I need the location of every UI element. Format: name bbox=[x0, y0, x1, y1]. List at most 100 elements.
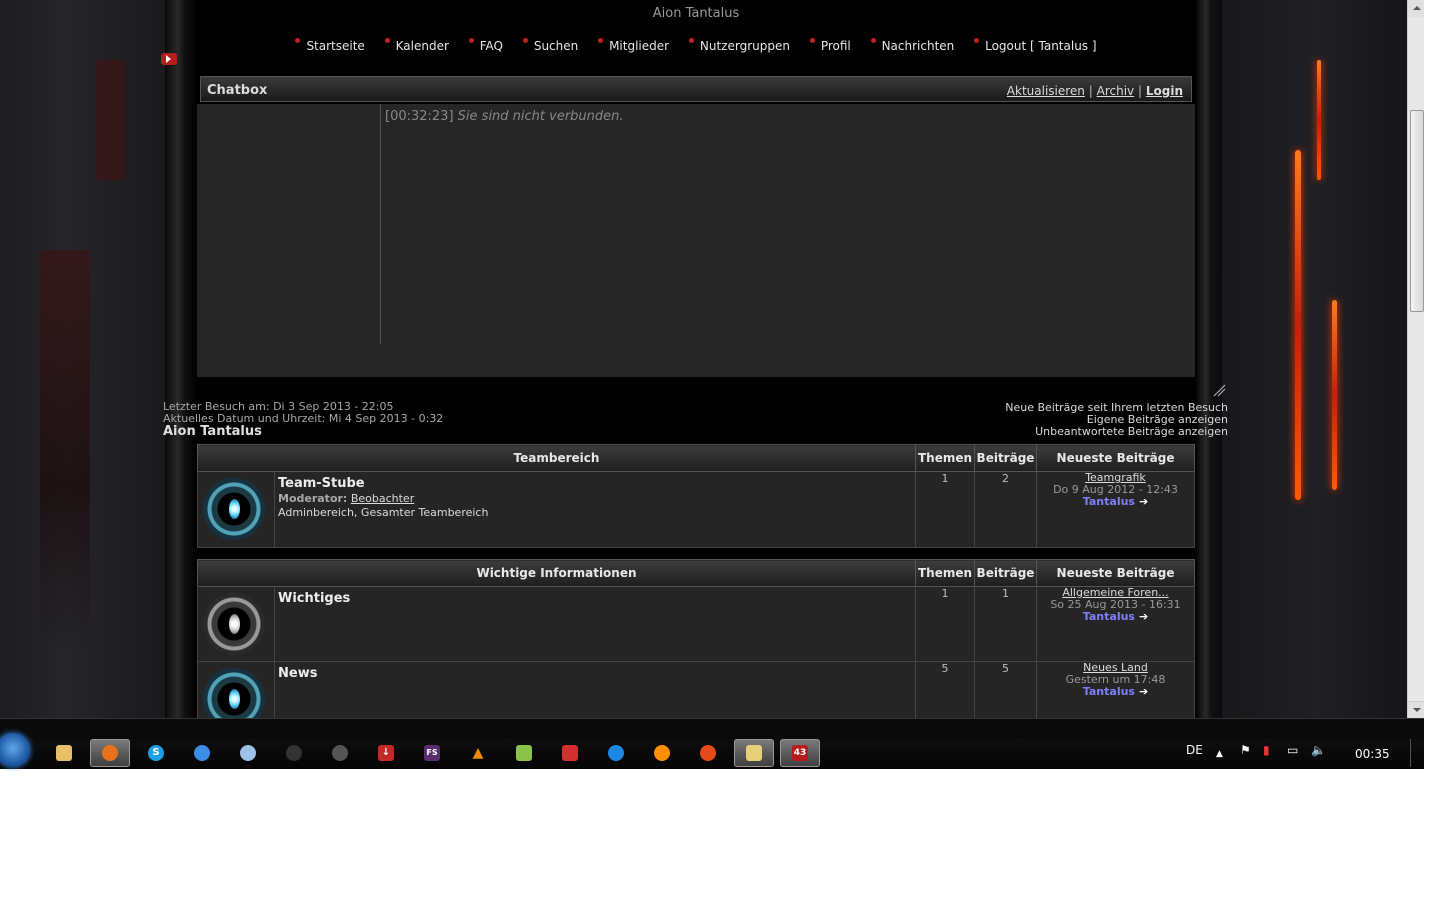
visit-info: Letzter Besuch am: Di 3 Sep 2013 - 22:05… bbox=[163, 401, 443, 439]
category-title[interactable]: Teambereich bbox=[197, 444, 916, 472]
nav-item-faq[interactable]: FAQ bbox=[468, 38, 503, 53]
browser-globe-icon[interactable] bbox=[596, 739, 636, 767]
last-post-user-link[interactable]: Tantalus bbox=[1083, 610, 1135, 623]
chatbox-archive-link[interactable]: Archiv bbox=[1097, 84, 1135, 98]
scroll-thumb[interactable] bbox=[1410, 110, 1424, 312]
arrow-up-icon bbox=[1413, 6, 1421, 10]
battery-warning-icon[interactable]: ▮ bbox=[1263, 743, 1270, 757]
nav-item-startseite[interactable]: Startseite bbox=[295, 38, 365, 53]
taskbar-top-strip bbox=[0, 719, 1424, 739]
tools-icon[interactable] bbox=[688, 739, 728, 767]
scroll-up-button[interactable] bbox=[1408, 0, 1424, 17]
chatbox-user-divider bbox=[380, 104, 381, 344]
moderator-line: Moderator: Beobachter bbox=[278, 492, 415, 505]
game-window-icon[interactable]: 43 bbox=[780, 739, 820, 767]
media-player-icon[interactable] bbox=[642, 739, 682, 767]
moderator-link[interactable]: Beobachter bbox=[351, 492, 414, 505]
windows-taskbar: S ↓ FS ▲ 43 DE ▲ ⚑ ▮ ▭ 🔈 00:35 bbox=[0, 718, 1424, 769]
taskbar-clock[interactable]: 00:35 bbox=[1355, 747, 1390, 761]
nav-bullet-icon bbox=[974, 38, 980, 43]
nav-bullet-icon bbox=[522, 38, 528, 43]
goto-post-icon[interactable]: ➔ bbox=[1139, 611, 1148, 623]
chatbox-body bbox=[197, 104, 1195, 377]
vlc-icon[interactable]: ▲ bbox=[458, 739, 498, 767]
col-latest: Neueste Beiträge bbox=[1036, 444, 1195, 472]
vertical-scrollbar[interactable] bbox=[1407, 0, 1424, 718]
nav-item-logout[interactable]: Logout [ Tantalus ] bbox=[974, 38, 1097, 53]
quick-links: Neue Beiträge seit Ihrem letzten Besuch … bbox=[1005, 402, 1228, 438]
nav-item-nachrichten[interactable]: Nachrichten bbox=[870, 38, 954, 53]
nav-item-nutzergruppen[interactable]: Nutzergruppen bbox=[688, 38, 790, 53]
orb-blue-icon bbox=[203, 478, 265, 540]
scroll-down-button[interactable] bbox=[1408, 701, 1424, 718]
show-desktop-button[interactable] bbox=[1410, 739, 1425, 767]
nav-item-kalender[interactable]: Kalender bbox=[384, 38, 449, 53]
category-title[interactable]: Wichtige Informationen bbox=[197, 559, 916, 587]
forum-name-link[interactable]: Wichtiges bbox=[278, 591, 915, 606]
game-client-icon[interactable] bbox=[320, 739, 360, 767]
goto-post-icon[interactable]: ➔ bbox=[1139, 686, 1148, 698]
nav-bullet-icon bbox=[809, 38, 815, 43]
main-nav: Startseite Kalender FAQ Suchen Mitgliede… bbox=[197, 38, 1195, 53]
forum-description: Adminbereich, Gesamter Teambereich bbox=[278, 506, 489, 519]
chatbox-message: [00:32:23] Sie sind nicht verbunden. bbox=[385, 109, 624, 124]
nav-bullet-icon bbox=[688, 38, 694, 43]
antivirus-icon[interactable] bbox=[550, 739, 590, 767]
notepad-icon[interactable] bbox=[504, 739, 544, 767]
folder-window-icon[interactable] bbox=[734, 739, 774, 767]
frame-right bbox=[1195, 0, 1222, 718]
category-wichtige-informationen: Wichtige Informationen Themen Beiträge N… bbox=[197, 559, 1195, 718]
col-latest: Neueste Beiträge bbox=[1036, 559, 1195, 587]
unanswered-posts-link[interactable]: Unbeantwortete Beiträge anzeigen bbox=[1005, 426, 1228, 438]
resize-grip-icon[interactable] bbox=[1212, 383, 1226, 397]
skype-icon[interactable]: S bbox=[136, 739, 176, 767]
explorer-icon[interactable] bbox=[44, 739, 84, 767]
last-post-user-link[interactable]: Tantalus bbox=[1083, 495, 1135, 508]
chatbox-refresh-link[interactable]: Aktualisieren bbox=[1007, 84, 1085, 98]
orb-grey-icon bbox=[203, 593, 265, 655]
language-indicator[interactable]: DE bbox=[1186, 743, 1203, 757]
forum-row: Wichtiges 1 1 Allgemeine Foren... So 25 … bbox=[197, 586, 1195, 662]
orb-blue-icon bbox=[203, 668, 265, 718]
side-toggle-button[interactable] bbox=[161, 53, 177, 65]
nav-bullet-icon bbox=[384, 38, 390, 43]
frame-left bbox=[165, 0, 197, 718]
forum-topics-count: 1 bbox=[915, 586, 975, 662]
fs-app-icon[interactable]: FS bbox=[412, 739, 452, 767]
goto-post-icon[interactable]: ➔ bbox=[1139, 496, 1148, 508]
chatbox-title: Chatbox bbox=[207, 83, 268, 98]
col-posts: Beiträge bbox=[974, 559, 1037, 587]
chatbox-header: Chatbox Aktualisieren | Archiv | Login bbox=[200, 76, 1192, 102]
download-manager-icon[interactable]: ↓ bbox=[366, 739, 406, 767]
forum-topics-count: 1 bbox=[915, 471, 975, 548]
nav-item-profil[interactable]: Profil bbox=[809, 38, 851, 53]
forum-posts-count: 5 bbox=[974, 661, 1037, 718]
site-title: Aion Tantalus bbox=[652, 6, 740, 21]
col-topics: Themen bbox=[915, 559, 975, 587]
category-teambereich: Teambereich Themen Beiträge Neueste Beit… bbox=[197, 444, 1195, 548]
start-button[interactable] bbox=[0, 733, 30, 767]
background-art-left bbox=[0, 0, 165, 718]
arrow-down-icon bbox=[1413, 708, 1421, 712]
nav-item-suchen[interactable]: Suchen bbox=[522, 38, 578, 53]
forum-name-link[interactable]: Team-Stube bbox=[278, 476, 915, 491]
chatbox-login-link[interactable]: Login bbox=[1146, 84, 1183, 98]
aion-launcher-icon[interactable] bbox=[274, 739, 314, 767]
browser-viewport: Aion Tantalus Startseite Kalender FAQ Su… bbox=[0, 0, 1424, 718]
nav-bullet-icon bbox=[598, 38, 604, 43]
forum-name-link[interactable]: News bbox=[278, 666, 915, 681]
firefox-icon[interactable] bbox=[90, 739, 130, 767]
volume-icon[interactable]: 🔈 bbox=[1311, 743, 1326, 757]
nav-item-mitglieder[interactable]: Mitglieder bbox=[598, 38, 669, 53]
network-icon[interactable]: ▭ bbox=[1287, 743, 1298, 757]
last-post-user-link[interactable]: Tantalus bbox=[1083, 685, 1135, 698]
messenger-icon[interactable] bbox=[182, 739, 222, 767]
col-posts: Beiträge bbox=[974, 444, 1037, 472]
chat-client-icon[interactable] bbox=[228, 739, 268, 767]
nav-bullet-icon bbox=[468, 38, 474, 43]
forum-index-link[interactable]: Aion Tantalus bbox=[163, 425, 443, 438]
tray-expand-icon[interactable]: ▲ bbox=[1216, 749, 1223, 759]
chatbox-links: Aktualisieren | Archiv | Login bbox=[1006, 84, 1183, 98]
action-center-flag-icon[interactable]: ⚑ bbox=[1240, 743, 1251, 757]
nav-bullet-icon bbox=[295, 38, 301, 43]
